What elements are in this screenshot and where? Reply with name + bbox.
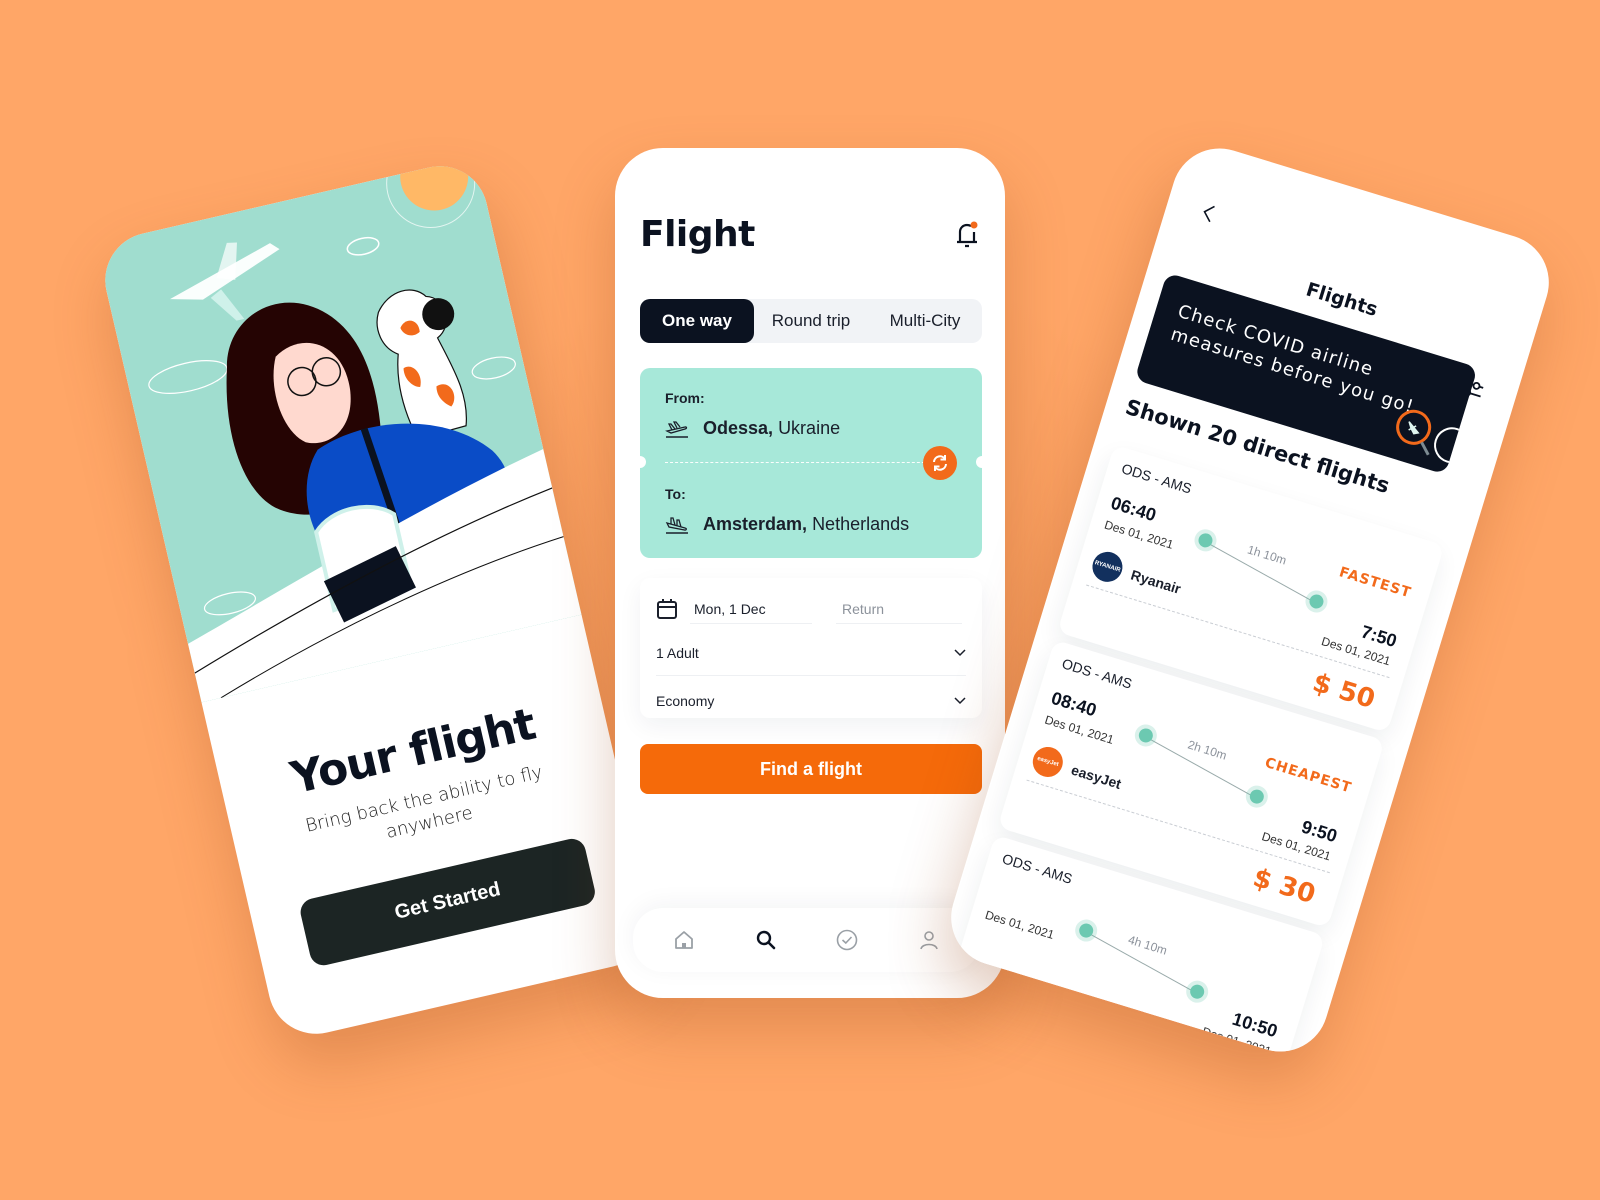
dashed-divider [665, 462, 940, 463]
flight-duration: 1h 10m [1245, 542, 1289, 568]
to-label: To: [665, 486, 686, 502]
flight-badge: FASTEST [1337, 564, 1414, 602]
flight-route: ODS - AMS [1119, 460, 1194, 497]
from-country: Ukraine [778, 418, 841, 438]
covid-banner[interactable]: Check COVID airline measures before you … [1134, 272, 1478, 475]
airline-logo: RYANAIR [1088, 548, 1127, 586]
depart-date-field[interactable]: Mon, 1 Dec [690, 595, 812, 624]
from-field[interactable]: Odessa, Ukraine [665, 418, 840, 439]
flight-search-screen: Flight One way Round trip Multi-City Fro… [615, 148, 1005, 998]
from-label: From: [665, 390, 705, 406]
tab-one-way[interactable]: One way [640, 299, 754, 343]
flight-list: ODS - AMS 06:40 Des 01, 2021 FASTEST 1h … [939, 137, 1561, 1064]
woman-dog-illustration [148, 156, 582, 703]
date-row: Mon, 1 Dec Return [656, 592, 966, 626]
flight-price: $ 30 [1249, 862, 1319, 911]
cabin-class-value: Economy [656, 693, 715, 709]
bell-icon [957, 221, 978, 247]
find-flight-button[interactable]: Find a flight [640, 744, 982, 794]
passengers-value: 1 Adult [656, 644, 699, 661]
ticket-notch-right [976, 456, 988, 468]
flight-route: ODS - AMS [1060, 655, 1134, 692]
departure-dot [1196, 531, 1215, 550]
tab-round-trip[interactable]: Round trip [754, 299, 868, 343]
airline-logo: easyJet [1029, 743, 1067, 781]
dashed-divider [966, 974, 1271, 1064]
search-icon[interactable] [754, 928, 778, 952]
back-arrow-icon[interactable] [1196, 199, 1222, 226]
departure-date: Des 01, 2021 [983, 907, 1056, 942]
departure-dot [1077, 921, 1095, 940]
header: Flight [640, 214, 980, 255]
flight-route: ODS - AMS [1000, 850, 1075, 887]
arrival-dot [1307, 592, 1326, 611]
onboarding-content: Your flight Bring back the ability to fl… [217, 683, 645, 979]
swap-button[interactable] [923, 446, 957, 480]
takeoff-icon [665, 420, 688, 438]
airline-name: Ryanair [1129, 566, 1183, 597]
check-circle-icon[interactable] [835, 928, 859, 952]
airline: RYANAIR Ryanair [1088, 548, 1185, 603]
page-title: Flight [640, 214, 755, 255]
bottom-tab-bar [633, 908, 980, 972]
to-field[interactable]: Amsterdam, Netherlands [665, 514, 909, 535]
departure-dot [1137, 726, 1155, 745]
flight-duration: 2h 10m [1186, 737, 1229, 763]
calendar-icon [657, 599, 677, 619]
route-card: From: Odessa, Ukraine To: Amsterdam, Net… [634, 368, 988, 558]
from-city: Odessa, [703, 418, 774, 438]
trip-type-tabs: One way Round trip Multi-City [640, 299, 982, 343]
flight-results-screen: Flights Check COVID airline measures bef… [939, 136, 1561, 1064]
chevron-down-icon [954, 697, 966, 705]
arrival-dot [1188, 982, 1206, 1001]
ticket-notch-left [634, 456, 646, 468]
swap-icon [933, 455, 947, 471]
notification-button[interactable] [954, 220, 980, 250]
airline-name: easyJet [1069, 761, 1124, 792]
arrival-dot [1248, 787, 1266, 806]
sun-shape [400, 156, 469, 211]
dog-shape [376, 289, 467, 440]
to-country: Netherlands [812, 514, 910, 534]
onboarding-illustration [95, 156, 582, 703]
flight-badge: CHEAPEST [1262, 754, 1354, 797]
return-date-field[interactable]: Return [836, 595, 962, 624]
onboarding-screen: Your flight Bring back the ability to fl… [95, 156, 661, 1044]
notification-dot [970, 221, 978, 228]
profile-icon[interactable] [917, 928, 941, 952]
cabin-class-select[interactable]: Economy [656, 678, 966, 724]
to-city: Amsterdam, [703, 514, 808, 534]
flight-price: $ 50 [1309, 667, 1379, 715]
airline: easyJet easyJet [1029, 743, 1125, 798]
trip-options-card: Mon, 1 Dec Return 1 Adult Economy [640, 578, 982, 718]
landing-icon [665, 516, 688, 534]
chevron-down-icon [954, 648, 966, 656]
passengers-select[interactable]: 1 Adult [656, 630, 966, 676]
departure-date: Des 01, 2021 [1102, 517, 1176, 552]
flight-duration: 4h 10m [1126, 932, 1169, 958]
tab-multi-city[interactable]: Multi-City [868, 299, 982, 343]
departure-date: Des 01, 2021 [1043, 712, 1116, 747]
home-icon[interactable] [672, 928, 696, 952]
